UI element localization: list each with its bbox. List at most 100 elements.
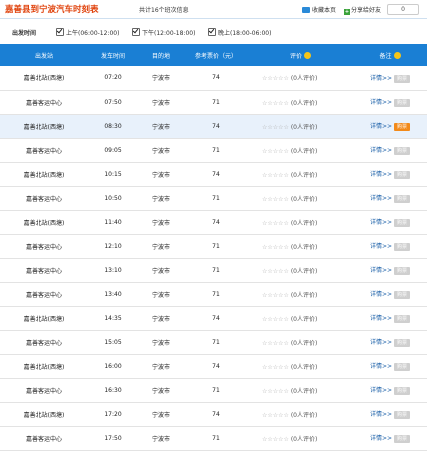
- buy-ticket-button[interactable]: 购票: [394, 219, 411, 227]
- detail-link[interactable]: 详情>>: [370, 363, 392, 370]
- row-rating[interactable]: ☆☆☆☆☆ (0人评价): [248, 354, 353, 378]
- detail-link[interactable]: 详情>>: [370, 267, 392, 274]
- row-rating[interactable]: ☆☆☆☆☆ (0人评价): [248, 114, 353, 138]
- row-destination: 宁波市: [151, 243, 170, 251]
- share-button[interactable]: + 分享给好友: [344, 5, 381, 15]
- row-time: 07:50: [104, 98, 122, 106]
- checkbox-evening[interactable]: [208, 28, 216, 36]
- buy-ticket-button[interactable]: 购票: [394, 99, 411, 107]
- rating-count: (0人评价): [290, 339, 318, 347]
- detail-link[interactable]: 详情>>: [370, 171, 392, 178]
- detail-link[interactable]: 详情>>: [370, 339, 392, 346]
- row-time: 10:50: [104, 194, 122, 202]
- buy-ticket-button[interactable]: 购票: [394, 291, 411, 299]
- detail-link[interactable]: 详情>>: [370, 123, 392, 130]
- star-icon[interactable]: ☆☆☆☆☆: [262, 244, 289, 251]
- buy-ticket-button[interactable]: 购票: [394, 195, 411, 203]
- row-rating[interactable]: ☆☆☆☆☆ (0人评价): [248, 426, 353, 450]
- filter-afternoon[interactable]: 下午(12:00-18:00): [132, 28, 195, 37]
- buy-ticket-button[interactable]: 购票: [394, 243, 411, 251]
- buy-ticket-button[interactable]: 购票: [394, 339, 411, 347]
- col-price: 参考票价（元）: [194, 52, 237, 60]
- checkbox-afternoon[interactable]: [132, 28, 140, 36]
- row-note: 详情>> 购票: [353, 90, 427, 114]
- row-price: 74: [212, 122, 220, 130]
- filter-evening[interactable]: 晚上(18:00-06:00): [208, 28, 271, 37]
- buy-ticket-button[interactable]: 购票: [394, 435, 411, 443]
- row-note: 详情>> 购票: [353, 258, 427, 282]
- detail-link[interactable]: 详情>>: [370, 75, 392, 82]
- buy-ticket-button[interactable]: 购票: [394, 74, 411, 83]
- row-station: 嘉善北站(西塘): [23, 75, 65, 83]
- detail-link[interactable]: 详情>>: [370, 147, 392, 154]
- row-station: 嘉善北站(西塘): [23, 123, 65, 131]
- star-icon[interactable]: ☆☆☆☆☆: [262, 316, 289, 323]
- star-icon[interactable]: ☆☆☆☆☆: [262, 100, 289, 107]
- checkbox-morning[interactable]: [56, 28, 64, 36]
- row-station: 嘉善客运中心: [25, 267, 62, 275]
- row-price: 71: [212, 434, 220, 442]
- favorite-link[interactable]: 收藏本页: [302, 5, 336, 14]
- row-rating[interactable]: ☆☆☆☆☆ (0人评价): [248, 234, 353, 258]
- buy-ticket-button[interactable]: 购票: [394, 267, 411, 275]
- row-rating[interactable]: ☆☆☆☆☆ (0人评价): [248, 210, 353, 234]
- row-rating[interactable]: ☆☆☆☆☆ (0人评价): [248, 186, 353, 210]
- star-icon[interactable]: ☆☆☆☆☆: [262, 75, 289, 82]
- filter-morning[interactable]: 上午(06:00-12:00): [56, 28, 119, 37]
- star-icon[interactable]: ☆☆☆☆☆: [262, 412, 289, 419]
- star-icon[interactable]: ☆☆☆☆☆: [262, 268, 289, 275]
- row-rating[interactable]: ☆☆☆☆☆ (0人评价): [248, 66, 353, 90]
- star-icon[interactable]: ☆☆☆☆☆: [262, 220, 289, 227]
- buy-ticket-button[interactable]: 购票: [394, 387, 411, 395]
- detail-link[interactable]: 详情>>: [370, 315, 392, 322]
- row-rating[interactable]: ☆☆☆☆☆ (0人评价): [248, 282, 353, 306]
- star-icon[interactable]: ☆☆☆☆☆: [262, 172, 289, 179]
- detail-link[interactable]: 详情>>: [370, 387, 392, 394]
- row-rating[interactable]: ☆☆☆☆☆ (0人评价): [248, 258, 353, 282]
- row-destination: 宁波市: [151, 99, 170, 107]
- star-icon[interactable]: ☆☆☆☆☆: [262, 196, 289, 203]
- star-icon[interactable]: ☆☆☆☆☆: [262, 124, 289, 131]
- row-rating[interactable]: ☆☆☆☆☆ (0人评价): [248, 330, 353, 354]
- row-rating[interactable]: ☆☆☆☆☆ (0人评价): [248, 306, 353, 330]
- detail-link[interactable]: 详情>>: [370, 219, 392, 226]
- buy-ticket-button[interactable]: 购票: [394, 315, 411, 323]
- row-time: 07:20: [104, 74, 122, 82]
- buy-ticket-button[interactable]: 购票: [394, 363, 411, 371]
- row-rating[interactable]: ☆☆☆☆☆ (0人评价): [248, 162, 353, 186]
- table-row: 嘉善客运中心 15:05 宁波市 71 ☆☆☆☆☆ (0人评价) 详情>> 购票: [0, 330, 427, 354]
- row-time: 10:15: [104, 170, 122, 178]
- detail-link[interactable]: 详情>>: [370, 243, 392, 250]
- row-rating[interactable]: ☆☆☆☆☆ (0人评价): [248, 138, 353, 162]
- row-rating[interactable]: ☆☆☆☆☆ (0人评价): [248, 402, 353, 426]
- rating-count: (0人评价): [290, 195, 318, 203]
- row-note: 详情>> 购票: [353, 306, 427, 330]
- row-station: 嘉善北站(西塘): [23, 363, 65, 371]
- star-icon[interactable]: ☆☆☆☆☆: [262, 340, 289, 347]
- buy-ticket-button[interactable]: 购票: [394, 123, 411, 131]
- detail-link[interactable]: 详情>>: [370, 291, 392, 298]
- buy-ticket-button[interactable]: 购票: [394, 411, 411, 419]
- buy-ticket-button[interactable]: 购票: [394, 147, 411, 155]
- detail-link[interactable]: 详情>>: [370, 195, 392, 202]
- row-station: 嘉善客运中心: [25, 291, 62, 299]
- row-rating[interactable]: ☆☆☆☆☆ (0人评价): [248, 378, 353, 402]
- star-icon[interactable]: ☆☆☆☆☆: [262, 292, 289, 299]
- share-icon: +: [344, 9, 350, 15]
- detail-link[interactable]: 详情>>: [370, 411, 392, 418]
- col-destination: 目的地: [151, 52, 170, 60]
- detail-link[interactable]: 详情>>: [370, 435, 392, 442]
- row-station: 嘉善客运中心: [25, 435, 62, 443]
- star-icon[interactable]: ☆☆☆☆☆: [262, 148, 289, 155]
- rating-count: (0人评价): [290, 147, 318, 155]
- row-destination: 宁波市: [151, 171, 170, 179]
- rating-count: (0人评价): [290, 123, 318, 131]
- buy-ticket-button[interactable]: 购票: [394, 171, 411, 179]
- detail-link[interactable]: 详情>>: [370, 99, 392, 106]
- row-rating[interactable]: ☆☆☆☆☆ (0人评价): [248, 90, 353, 114]
- row-time: 11:40: [104, 218, 122, 226]
- star-icon[interactable]: ☆☆☆☆☆: [262, 436, 289, 443]
- rating-count: (0人评价): [290, 435, 318, 443]
- star-icon[interactable]: ☆☆☆☆☆: [262, 388, 289, 395]
- star-icon[interactable]: ☆☆☆☆☆: [262, 364, 289, 371]
